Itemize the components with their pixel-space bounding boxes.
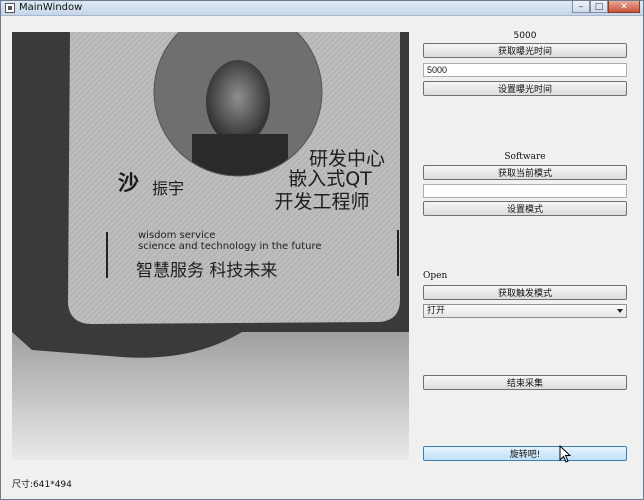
stop-capture-button[interactable]: 结束采集	[423, 375, 627, 390]
card-role-2: 开发工程师	[274, 191, 369, 213]
trigger-select-value: 打开	[427, 306, 446, 316]
close-button[interactable]: ✕	[608, 1, 640, 13]
mode-input[interactable]	[423, 184, 627, 198]
camera-image: 研发中心 嵌入式QT 开发工程师 沙 振宇 wisdom service sci…	[12, 32, 409, 460]
card-role-1: 嵌入式QT	[288, 168, 372, 190]
mouse-cursor-icon	[559, 445, 571, 463]
exposure-value-label: 5000	[513, 31, 537, 41]
card-slogan-en-1: wisdom service	[138, 230, 215, 241]
chevron-down-icon	[617, 309, 623, 313]
set-exposure-button[interactable]: 设置曝光时间	[423, 81, 627, 96]
trigger-value-label: Open	[423, 271, 448, 281]
exposure-input[interactable]	[423, 63, 627, 77]
set-mode-button[interactable]: 设置模式	[423, 201, 627, 216]
main-window: MainWindow – □ ✕ 研发中心 嵌入式QT 开发工程师 沙 振宇 w…	[0, 0, 644, 500]
card-dept: 研发中心	[309, 148, 385, 170]
card-slogan-cn: 智慧服务 科技未来	[136, 261, 277, 281]
minimize-button[interactable]: –	[572, 1, 590, 13]
card-slogan-en-2: science and technology in the future	[138, 241, 322, 252]
status-text: 尺寸:641*494	[12, 480, 72, 490]
card-given-name: 振宇	[152, 179, 184, 198]
get-mode-button[interactable]: 获取当前模式	[423, 165, 627, 180]
trigger-select[interactable]: 打开	[423, 304, 627, 318]
get-exposure-button[interactable]: 获取曝光时间	[423, 43, 627, 58]
window-title: MainWindow	[19, 2, 83, 13]
rotate-button[interactable]: 旋转吧!	[423, 446, 627, 461]
title-bar[interactable]: MainWindow – □ ✕	[1, 1, 643, 16]
maximize-button[interactable]: □	[590, 1, 608, 13]
get-trigger-button[interactable]: 获取触发模式	[423, 285, 627, 300]
app-icon	[5, 3, 15, 13]
mode-value-label: Software	[504, 152, 546, 162]
card-surname: 沙	[118, 171, 139, 195]
